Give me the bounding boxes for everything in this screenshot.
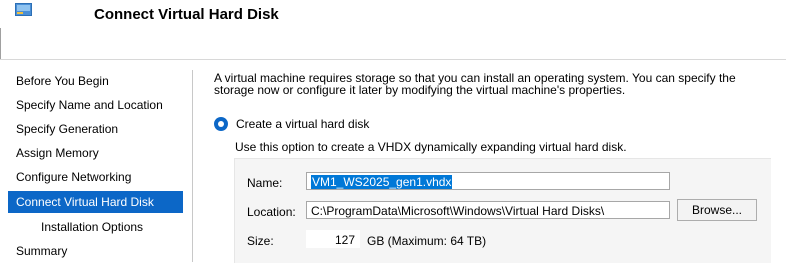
vhd-settings-panel: Name: VM1_WS2025_gen1.vhdx Location: C:\…: [234, 158, 771, 263]
nav-divider: [192, 70, 193, 262]
create-vhd-description: Use this option to create a VHDX dynamic…: [235, 140, 627, 154]
location-label: Location:: [247, 205, 296, 219]
radio-selected-icon[interactable]: [214, 117, 228, 131]
nav-item-installation-options[interactable]: Installation Options: [8, 216, 183, 238]
nav-item-assign-memory[interactable]: Assign Memory: [8, 142, 183, 164]
nav-item-configure-networking[interactable]: Configure Networking: [8, 166, 183, 188]
name-field-value: VM1_WS2025_gen1.vhdx: [311, 175, 453, 189]
nav-item-before-you-begin[interactable]: Before You Begin: [8, 70, 183, 92]
wizard-content: A virtual machine requires storage so th…: [201, 60, 786, 263]
page-title: Connect Virtual Hard Disk: [94, 6, 279, 23]
header-left-border: [0, 28, 1, 60]
nav-item-specify-name-location[interactable]: Specify Name and Location: [8, 94, 183, 116]
location-field[interactable]: C:\ProgramData\Microsoft\Windows\Virtual…: [306, 201, 670, 219]
size-field[interactable]: 127: [306, 230, 360, 248]
name-field[interactable]: VM1_WS2025_gen1.vhdx: [306, 172, 670, 190]
size-unit-label: GB (Maximum: 64 TB): [367, 234, 487, 248]
storage-description-line2: storage now or configure it later by mod…: [214, 83, 626, 97]
create-vhd-option[interactable]: Create a virtual hard disk: [214, 116, 369, 132]
storage-description: A virtual machine requires storage so th…: [214, 72, 774, 96]
wizard-header: Connect Virtual Hard Disk: [0, 0, 786, 58]
nav-item-specify-generation[interactable]: Specify Generation: [8, 118, 183, 140]
wizard-step-nav: Before You Begin Specify Name and Locati…: [0, 60, 192, 262]
size-label: Size:: [247, 234, 274, 248]
nav-item-connect-virtual-hard-disk[interactable]: Connect Virtual Hard Disk: [8, 191, 183, 213]
nav-item-summary[interactable]: Summary: [8, 240, 183, 262]
virtual-disk-icon: [15, 3, 32, 16]
create-vhd-label: Create a virtual hard disk: [236, 117, 370, 131]
browse-button[interactable]: Browse...: [677, 199, 757, 221]
name-label: Name:: [247, 176, 283, 190]
